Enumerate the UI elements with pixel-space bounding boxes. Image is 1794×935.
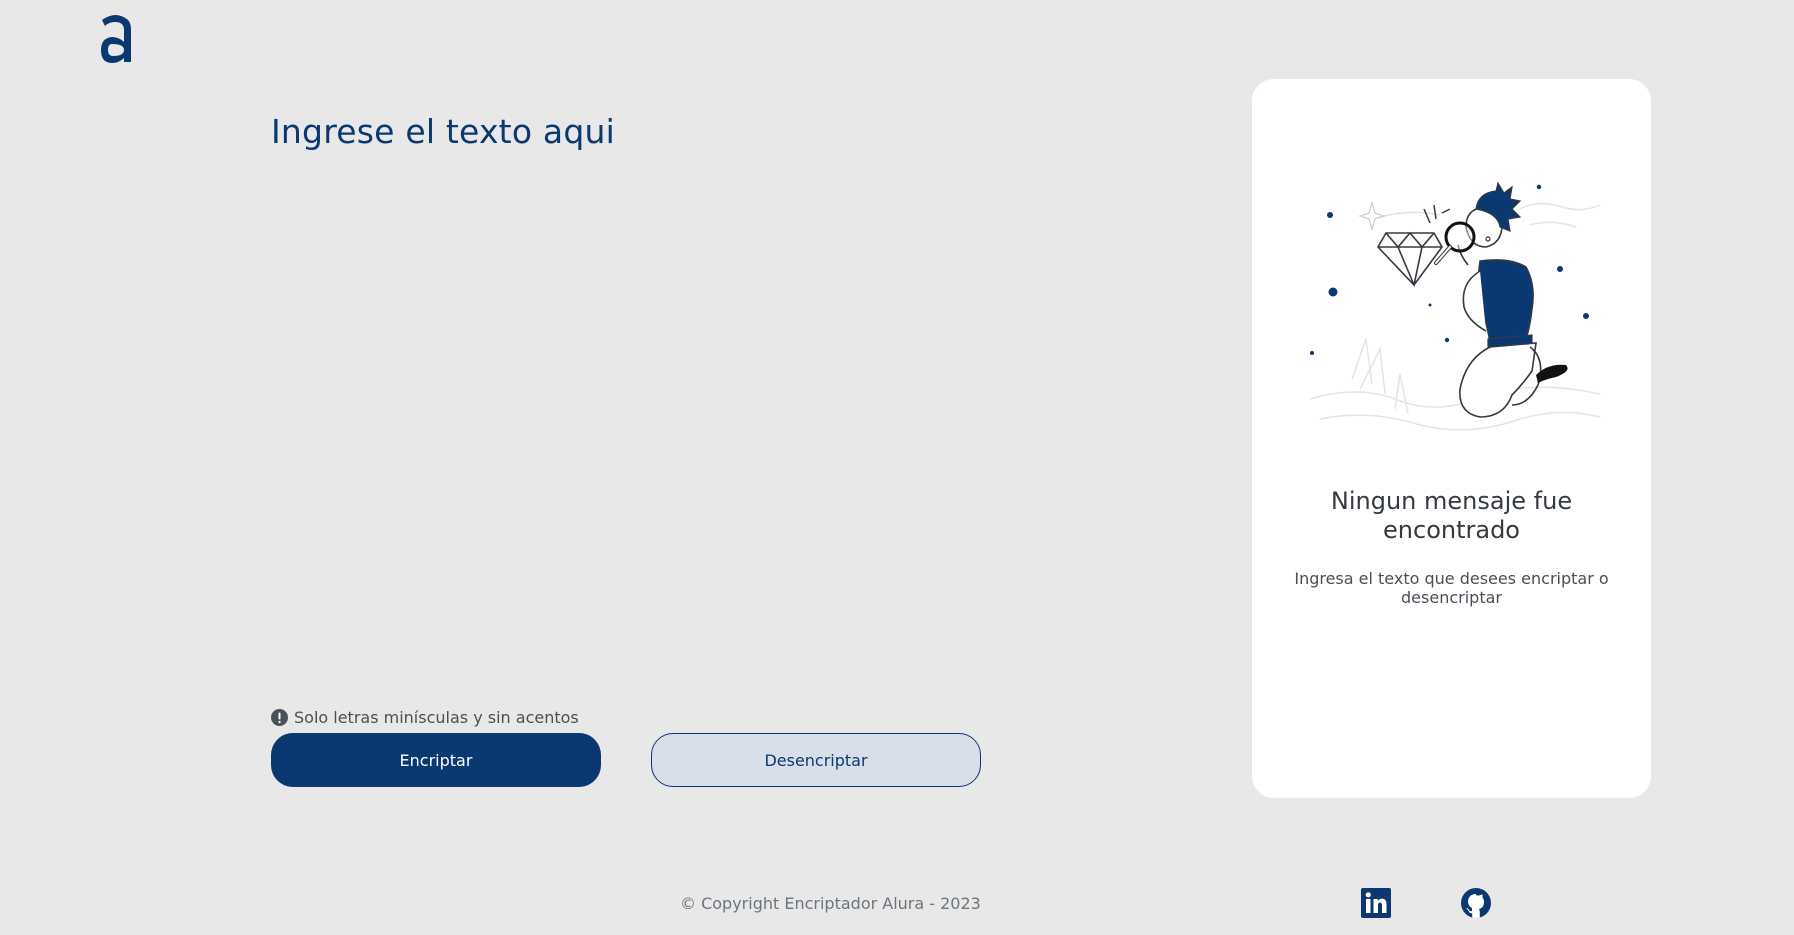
output-panel: Ningun mensaje fue encontrado Ingresa el… [1252,79,1651,798]
input-hint: Solo letras minísculas y sin acentos [271,708,579,727]
person-with-magnifying-glass-illustration [1309,181,1601,431]
exclamation-circle-icon [271,709,288,726]
linkedin-icon[interactable] [1361,888,1391,918]
decrypt-button[interactable]: Desencriptar [651,733,981,787]
input-title: Ingrese el texto aqui [271,112,615,151]
output-message: Ingresa el texto que desees encriptar o … [1294,569,1609,607]
input-hint-text: Solo letras minísculas y sin acentos [294,708,579,727]
output-title: Ningun mensaje fue encontrado [1330,487,1573,544]
footer-copyright: © Copyright Encriptador Alura - 2023 [680,894,981,913]
github-icon[interactable] [1461,888,1491,918]
alura-logo-icon[interactable] [98,12,134,64]
encrypt-button[interactable]: Encriptar [271,733,601,787]
page: Ingrese el texto aqui Solo letras minísc… [0,0,1794,935]
text-input[interactable] [271,170,971,690]
